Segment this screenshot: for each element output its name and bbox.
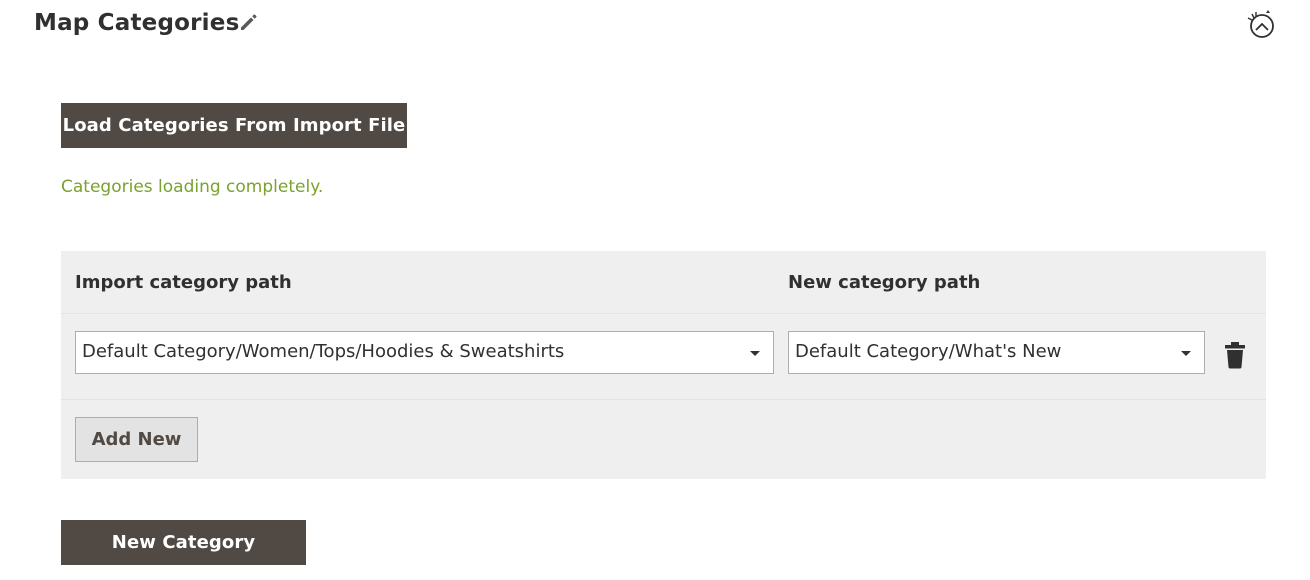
history-clock-icon[interactable] bbox=[1244, 9, 1278, 41]
pencil-icon[interactable] bbox=[238, 11, 260, 33]
column-header-import-path: Import category path bbox=[75, 272, 292, 293]
load-categories-button[interactable]: Load Categories From Import File bbox=[61, 103, 407, 148]
chevron-down-icon bbox=[750, 351, 760, 356]
chevron-down-icon bbox=[1181, 351, 1191, 356]
new-category-value: Default Category/What's New bbox=[795, 341, 1062, 362]
column-header-new-path: New category path bbox=[788, 272, 981, 293]
category-mapping-table: Import category path New category path D… bbox=[61, 251, 1266, 479]
import-category-value: Default Category/Women/Tops/Hoodies & Sw… bbox=[82, 341, 565, 362]
import-category-select[interactable]: Default Category/Women/Tops/Hoodies & Sw… bbox=[75, 331, 774, 374]
table-header: Import category path New category path bbox=[61, 251, 1266, 314]
add-new-button[interactable]: Add New bbox=[75, 417, 198, 462]
new-category-button[interactable]: New Category bbox=[61, 520, 306, 565]
map-categories-page: Map Categories Load Categories From Impo… bbox=[0, 0, 1310, 580]
new-category-select[interactable]: Default Category/What's New bbox=[788, 331, 1205, 374]
trash-icon[interactable] bbox=[1224, 341, 1246, 369]
status-message: Categories loading completely. bbox=[61, 177, 324, 197]
page-title: Map Categories bbox=[34, 10, 240, 36]
table-row: Default Category/Women/Tops/Hoodies & Sw… bbox=[61, 314, 1266, 400]
